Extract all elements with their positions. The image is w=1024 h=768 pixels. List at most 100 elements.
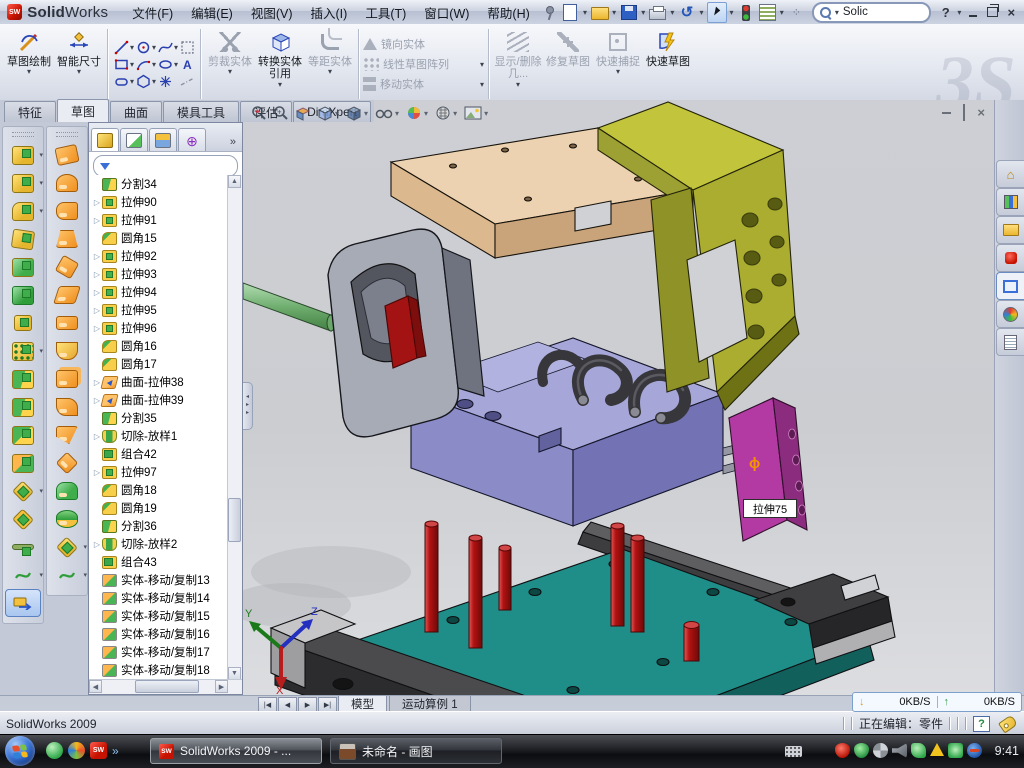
open-icon[interactable]: [590, 3, 609, 22]
side-core-block[interactable]: ϕ: [729, 398, 807, 541]
tray-volume-icon[interactable]: [892, 743, 907, 758]
graphics-area[interactable]: ϕ: [243, 100, 995, 695]
features-tool-button[interactable]: [3, 393, 43, 421]
minimize-button[interactable]: [964, 4, 981, 20]
zoom-fit-icon[interactable]: [251, 105, 267, 121]
expand-arrow[interactable]: ▷: [92, 288, 102, 297]
features-tool-button[interactable]: ▾: [3, 477, 43, 505]
tree-item[interactable]: ▷拉伸90: [89, 193, 228, 211]
new-document-icon[interactable]: [561, 3, 580, 22]
tree-item[interactable]: 实体-移动/复制17: [89, 643, 228, 661]
mold-tool-button[interactable]: [47, 225, 87, 253]
tree-item[interactable]: ▷拉伸94: [89, 283, 228, 301]
first-tab-button[interactable]: |◀: [258, 697, 277, 712]
features-tool-button[interactable]: ▾: [3, 169, 43, 197]
save-dropdown[interactable]: ▾: [641, 8, 645, 17]
featuremanager-tab[interactable]: [91, 128, 119, 151]
appearance-traffic-icon[interactable]: [737, 3, 756, 22]
toolbar-overflow-icon[interactable]: ⁘: [787, 3, 806, 22]
sketch-button[interactable]: 草图绘制 ▾: [4, 26, 54, 102]
motion-study-tab[interactable]: 运动算例 1: [389, 696, 471, 712]
tree-item[interactable]: 实体-移动/复制13: [89, 571, 228, 589]
features-tool-button[interactable]: ▾: [3, 561, 43, 589]
trim-dropdown[interactable]: ▾: [228, 68, 232, 77]
expand-arrow[interactable]: ▷: [92, 198, 102, 207]
print-dropdown[interactable]: ▾: [670, 8, 674, 17]
taskbar-solidworks-button[interactable]: SW SolidWorks 2009 - ...: [150, 738, 322, 764]
3d-model[interactable]: ϕ: [243, 100, 995, 695]
scroll-thumb[interactable]: [228, 498, 241, 542]
display-style-icon[interactable]: ▾: [346, 105, 369, 121]
tree-item[interactable]: 组合43: [89, 553, 228, 571]
features-tool-button[interactable]: [3, 225, 43, 253]
section-view-icon[interactable]: [295, 105, 311, 121]
move-entities-button[interactable]: 移动实体 ▾: [363, 76, 485, 92]
undo-dropdown[interactable]: ▾: [700, 8, 704, 17]
tree-vertical-scrollbar[interactable]: ▲ ▼: [227, 175, 242, 680]
expand-arrow[interactable]: ▷: [92, 432, 102, 441]
tree-item[interactable]: ▷曲面-拉伸38: [89, 373, 228, 391]
features-tool-button[interactable]: [3, 533, 43, 561]
tree-item[interactable]: ▷拉伸93: [89, 265, 228, 283]
search-input[interactable]: Solic: [843, 6, 868, 18]
features-tool-button[interactable]: [3, 309, 43, 337]
tab-mold-tools[interactable]: 模具工具: [163, 101, 239, 122]
toolbar-grip[interactable]: [56, 132, 78, 137]
design-library-tab[interactable]: [996, 188, 1024, 216]
mold-tool-button[interactable]: ▾: [47, 533, 87, 561]
mold-tool-button[interactable]: [47, 477, 87, 505]
tray-update-icon[interactable]: [873, 743, 888, 758]
tray-shield-icon[interactable]: [854, 743, 869, 758]
search-box[interactable]: ▾ Solic: [812, 2, 931, 23]
convert-dropdown[interactable]: ▾: [278, 81, 282, 90]
expand-arrow[interactable]: ▷: [92, 216, 102, 225]
render-icon[interactable]: ▾: [435, 105, 458, 121]
features-tool-button[interactable]: [3, 365, 43, 393]
tree-item[interactable]: ▷曲面-拉伸39: [89, 391, 228, 409]
arc-icon[interactable]: ▾: [136, 57, 157, 72]
mold-tool-button[interactable]: [47, 281, 87, 309]
last-tab-button[interactable]: ▶|: [318, 697, 337, 712]
options-dropdown[interactable]: ▾: [780, 8, 784, 17]
rapid-sketch-button[interactable]: 快速草图: [643, 26, 693, 102]
model-tab[interactable]: 模型: [338, 696, 387, 712]
quick-launch-solidworks-icon[interactable]: SW: [90, 742, 107, 759]
menu-view[interactable]: 视图(V): [243, 1, 301, 24]
tree-item[interactable]: 分割36: [89, 517, 228, 535]
tree-item[interactable]: ▷拉伸95: [89, 301, 228, 319]
custom-properties-tab[interactable]: [996, 328, 1024, 356]
expand-arrow[interactable]: ▷: [92, 540, 102, 549]
rectangle-icon[interactable]: ▾: [114, 57, 135, 72]
display-delete-dropdown[interactable]: ▾: [516, 81, 520, 90]
features-tool-button[interactable]: [3, 449, 43, 477]
spline-icon[interactable]: ▾: [158, 40, 179, 55]
tree-item[interactable]: 实体-移动/复制15: [89, 607, 228, 625]
tree-item[interactable]: 实体-移动/复制14: [89, 589, 228, 607]
tree-item[interactable]: ▷拉伸91: [89, 211, 228, 229]
solidworks-resources-tab[interactable]: ⌂: [996, 160, 1024, 188]
sketch-dropdown[interactable]: ▾: [27, 68, 31, 77]
view-palette-tab[interactable]: [996, 272, 1024, 300]
help-dropdown[interactable]: ▾: [957, 8, 961, 17]
tab-features[interactable]: 特征: [4, 101, 56, 122]
scroll-thumb[interactable]: [135, 680, 199, 693]
tree-item[interactable]: 圆角18: [89, 481, 228, 499]
tree-horizontal-scrollbar[interactable]: ◀ ▶: [89, 679, 242, 694]
mold-tool-button[interactable]: [47, 337, 87, 365]
smart-dimension-dropdown[interactable]: ▾: [77, 68, 81, 77]
tray-warning-icon[interactable]: [930, 743, 944, 756]
tree-item[interactable]: 实体-移动/复制16: [89, 625, 228, 643]
expand-arrow[interactable]: ▷: [92, 324, 102, 333]
appearances-icon[interactable]: ▾: [406, 105, 429, 121]
mold-tool-button[interactable]: [47, 141, 87, 169]
menu-help[interactable]: 帮助(H): [479, 1, 537, 24]
offset-dropdown[interactable]: ▾: [328, 68, 332, 77]
open-dropdown[interactable]: ▾: [612, 8, 616, 17]
trim-entities-button[interactable]: 剪裁实体 ▾: [205, 26, 255, 102]
start-button[interactable]: [5, 736, 35, 766]
smart-dimension-button[interactable]: 智能尺寸 ▾: [54, 26, 104, 102]
undo-icon[interactable]: ↺: [677, 3, 696, 22]
restore-button[interactable]: [984, 4, 1001, 20]
tab-surfaces[interactable]: 曲面: [110, 101, 162, 122]
configurationmanager-tab[interactable]: [149, 128, 177, 151]
